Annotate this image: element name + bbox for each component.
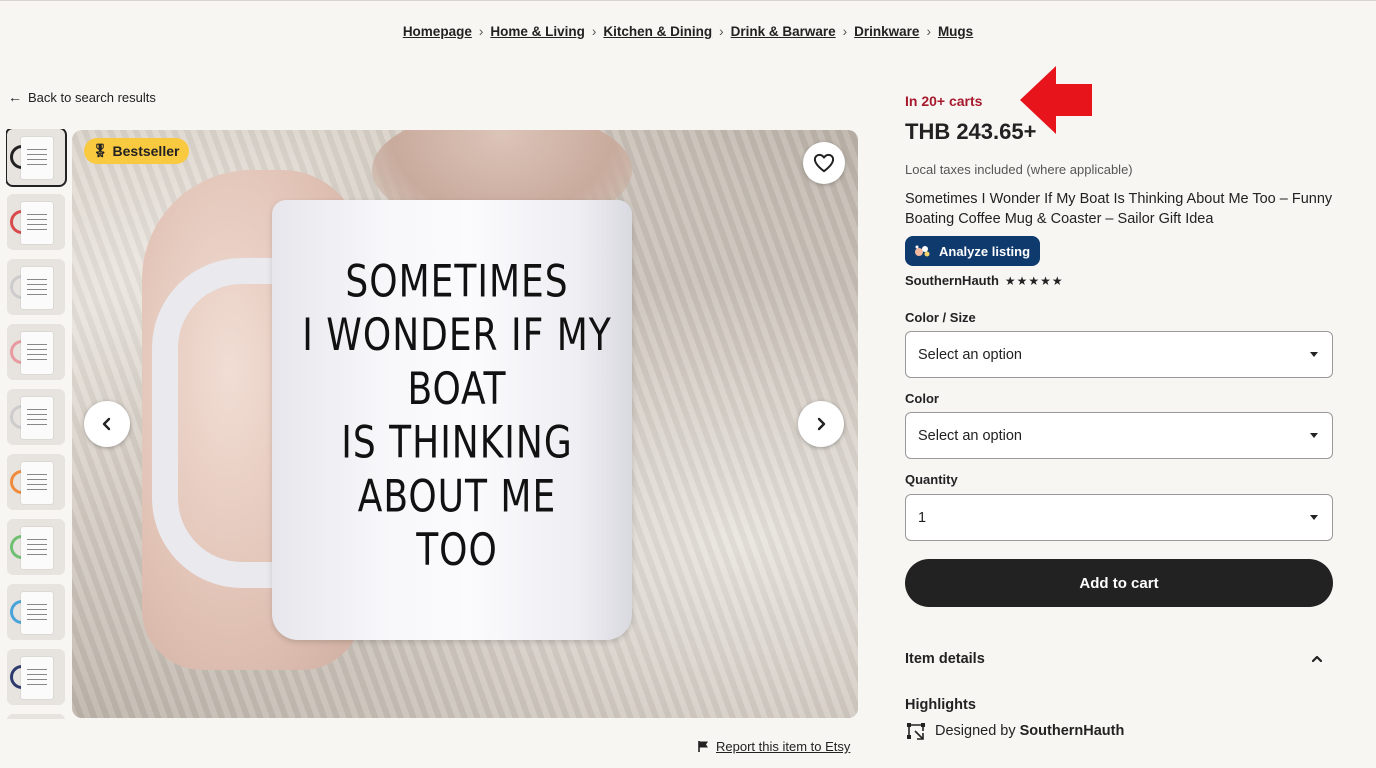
thumbnail-2[interactable] (7, 194, 65, 250)
chevron-left-icon (102, 417, 111, 431)
seller-rating-stars: ★★★★★ (1004, 273, 1064, 288)
quantity-label: Quantity (905, 472, 958, 487)
back-link-label: Back to search results (28, 89, 156, 105)
in-carts-notice: In 20+ carts (905, 93, 983, 109)
breadcrumb-kitchen-dining[interactable]: Kitchen & Dining (603, 24, 712, 39)
color-size-select[interactable]: Select an option (905, 331, 1333, 378)
caret-down-icon (1310, 352, 1318, 357)
item-details-toggle[interactable]: Item details (905, 651, 1333, 667)
designed-by-row: Designed by SouthernHauth (905, 721, 1124, 741)
arrow-left-icon: ← (8, 89, 22, 105)
thumbnail-10[interactable] (7, 714, 65, 719)
seller-name[interactable]: SouthernHauth (905, 273, 999, 288)
main-product-image[interactable]: SOMETIMES I WONDER IF MY BOAT IS THINKIN… (72, 130, 858, 718)
thumbnail-4[interactable] (7, 324, 65, 380)
designer-name[interactable]: SouthernHauth (1020, 723, 1125, 739)
analyze-label: Analyze listing (939, 243, 1031, 259)
mug-thumbnail-image (21, 137, 53, 179)
top-divider (0, 0, 1376, 1)
quantity-value: 1 (918, 509, 927, 526)
next-image-button[interactable] (798, 401, 844, 447)
caret-down-icon (1310, 433, 1318, 438)
mug-thumbnail-image (21, 462, 53, 504)
chevron-right-icon (817, 417, 826, 431)
mug-thumbnail-image (21, 202, 53, 244)
mug-printed-text: SOMETIMES I WONDER IF MY BOAT IS THINKIN… (302, 255, 612, 578)
mug-text-line: TOO (416, 524, 498, 577)
mug-thumbnail-image (21, 592, 53, 634)
mug-text-line: SOMETIMES (345, 256, 569, 308)
taxes-note: Local taxes included (where applicable) (905, 162, 1133, 177)
mug-thumbnail-image (21, 267, 53, 309)
report-item-link[interactable]: Report this item to Etsy (697, 739, 850, 754)
breadcrumb-home-living[interactable]: Home & Living (490, 24, 585, 39)
breadcrumb-homepage[interactable]: Homepage (403, 24, 472, 39)
thumbnail-8[interactable] (7, 584, 65, 640)
thumbnail-1[interactable] (6, 129, 67, 187)
mug-thumbnail-image (21, 527, 53, 569)
color-select[interactable]: Select an option (905, 412, 1333, 459)
mug-text-line: IS THINKING (341, 417, 573, 469)
item-details-heading: Item details (905, 651, 985, 667)
thumbnail-7[interactable] (7, 519, 65, 575)
highlights-heading: Highlights (905, 697, 976, 713)
bestseller-badge: 🎖 Bestseller (84, 138, 190, 164)
thumbnail-9[interactable] (7, 649, 65, 705)
seller-info[interactable]: SouthernHauth ★★★★★ (905, 273, 1064, 288)
color-label: Color (905, 391, 939, 406)
chevron-up-icon (1311, 655, 1323, 663)
thumbnail-6[interactable] (7, 454, 65, 510)
caret-down-icon (1310, 515, 1318, 520)
previous-image-button[interactable] (84, 401, 130, 447)
award-ribbon-icon: 🎖 (92, 143, 109, 158)
color-size-value: Select an option (918, 346, 1022, 363)
breadcrumb-separator: › (591, 24, 597, 39)
breadcrumb-separator: › (842, 24, 848, 39)
breadcrumb-mugs[interactable]: Mugs (938, 24, 973, 39)
breadcrumb-separator: › (478, 24, 484, 39)
mug-thumbnail-image (21, 657, 53, 699)
mug-text-line: BOAT (407, 363, 507, 416)
back-to-search-link[interactable]: ← Back to search results (8, 89, 156, 105)
mug-text-line: I WONDER IF MY (302, 309, 612, 362)
add-to-cart-button[interactable]: Add to cart (905, 559, 1333, 607)
flag-icon (698, 741, 708, 752)
thumbnail-5[interactable] (7, 389, 65, 445)
breadcrumb: Homepage › Home & Living › Kitchen & Dining ›… (0, 24, 1376, 39)
mug-thumbnail-image (21, 397, 53, 439)
color-size-label: Color / Size (905, 310, 976, 325)
breadcrumb-drinkware[interactable]: Drinkware (854, 24, 919, 39)
thumbnail-3[interactable] (7, 259, 65, 315)
breadcrumb-separator: › (926, 24, 931, 39)
mug-text-line: ABOUT ME (357, 471, 557, 523)
design-tool-icon (907, 723, 925, 740)
quantity-select[interactable]: 1 (905, 494, 1333, 541)
sparkle-icon (915, 245, 930, 257)
mug-handle (152, 258, 292, 588)
price: THB 243.65+ (905, 119, 1037, 144)
report-link-label: Report this item to Etsy (716, 739, 851, 754)
thumbnail-strip[interactable] (6, 129, 68, 719)
listing-title: Sometimes I Wonder If My Boat Is Thinkin… (905, 191, 1333, 227)
analyze-listing-button[interactable]: Analyze listing (905, 236, 1041, 266)
breadcrumb-drink-barware[interactable]: Drink & Barware (731, 24, 836, 39)
heart-icon (813, 153, 835, 173)
color-value: Select an option (918, 427, 1022, 444)
mug-thumbnail-image (21, 332, 53, 374)
designed-by-prefix: Designed by (935, 723, 1016, 739)
favorite-button[interactable] (803, 142, 845, 184)
breadcrumb-separator: › (719, 24, 724, 39)
badge-label: Bestseller (112, 143, 180, 159)
